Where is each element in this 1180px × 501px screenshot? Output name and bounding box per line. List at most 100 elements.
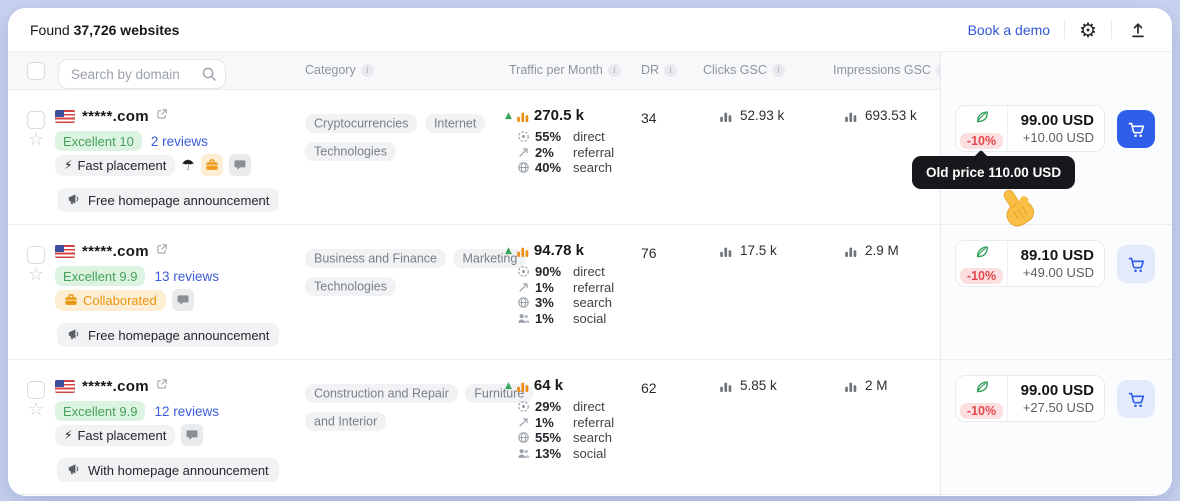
top-bar: Found 37,726 websites Book a demo ⚙ bbox=[8, 8, 1172, 52]
reviews-link[interactable]: 2 reviews bbox=[151, 134, 208, 149]
column-header-category: Category i bbox=[305, 63, 374, 77]
discount-badge[interactable]: -10% bbox=[959, 267, 1004, 284]
info-icon[interactable]: i bbox=[360, 63, 374, 77]
book-a-demo-link[interactable]: Book a demo bbox=[968, 22, 1051, 38]
impressions-gsc-cell: 2.9 M bbox=[845, 243, 899, 258]
category-tags: Cryptocurrencies Internet Technologies bbox=[305, 109, 525, 167]
tooltip-arrow bbox=[973, 149, 989, 165]
domain-link[interactable]: *****.com bbox=[55, 242, 168, 260]
social-traffic-icon bbox=[517, 312, 530, 325]
domain-name: *****.com bbox=[82, 242, 149, 260]
add-to-cart-button[interactable] bbox=[1117, 110, 1155, 148]
traffic-bars-icon bbox=[517, 245, 529, 257]
search-traffic-icon bbox=[517, 161, 530, 174]
cart-icon bbox=[1127, 120, 1146, 139]
clicks-gsc-cell: 5.85 k bbox=[720, 378, 777, 393]
info-icon[interactable]: i bbox=[607, 63, 621, 77]
select-all-checkbox[interactable] bbox=[27, 62, 45, 80]
discount-badge[interactable]: -10% bbox=[959, 132, 1004, 149]
add-to-cart-button[interactable] bbox=[1117, 245, 1155, 283]
chat-icon[interactable] bbox=[228, 154, 251, 176]
bars-icon bbox=[720, 110, 732, 122]
search-by-domain bbox=[58, 59, 226, 89]
info-icon[interactable]: i bbox=[664, 63, 678, 77]
discount-badge[interactable]: -10% bbox=[959, 402, 1004, 419]
divider bbox=[1064, 20, 1066, 39]
row-checkbox[interactable] bbox=[27, 381, 45, 399]
impressions-gsc-cell: 2 M bbox=[845, 378, 888, 393]
domain-name: *****.com bbox=[82, 377, 149, 395]
collaborated-briefcase-icon[interactable] bbox=[200, 154, 223, 176]
found-label: Found bbox=[30, 21, 70, 38]
bars-icon bbox=[720, 380, 732, 392]
export-upload-icon[interactable] bbox=[1126, 18, 1150, 42]
dr-value: 62 bbox=[641, 380, 657, 396]
direct-traffic-icon bbox=[517, 265, 530, 278]
reviews-link[interactable]: 12 reviews bbox=[154, 404, 219, 419]
rating-badge: Excellent 9.9 bbox=[55, 401, 146, 421]
megaphone-icon bbox=[67, 327, 81, 344]
price-card: -10% 99.00 USD +10.00 USD bbox=[955, 105, 1105, 152]
settings-gear-icon[interactable]: ⚙ bbox=[1079, 20, 1097, 40]
category-pill: Construction and Repair bbox=[305, 383, 458, 403]
info-icon[interactable]: i bbox=[771, 63, 785, 77]
announcement-badge: Free homepage announcement bbox=[57, 323, 280, 347]
category-tags: Business and Finance Marketing Technolog… bbox=[305, 244, 527, 302]
us-flag-icon bbox=[55, 109, 75, 123]
fast-placement-badge: ⚡ Fast placement bbox=[55, 424, 176, 446]
cart-icon bbox=[1127, 390, 1146, 409]
row-checkbox[interactable] bbox=[27, 246, 45, 264]
domain-name: *****.com bbox=[82, 107, 149, 125]
websites-table-panel: Found 37,726 websites Book a demo ⚙ Cate… bbox=[8, 8, 1172, 496]
pin-icon[interactable] bbox=[990, 63, 1004, 80]
favorite-star-icon[interactable]: ☆ bbox=[28, 401, 44, 419]
price-value: 99.00 USD bbox=[1020, 112, 1094, 129]
add-to-cart-button[interactable] bbox=[1117, 380, 1155, 418]
chat-icon[interactable] bbox=[181, 424, 204, 446]
chat-icon[interactable] bbox=[171, 289, 194, 311]
column-header-clicks: Clicks GSC i bbox=[703, 63, 785, 77]
external-link-icon[interactable] bbox=[156, 107, 168, 125]
referral-traffic-icon bbox=[517, 146, 530, 159]
announcement-badge: Free homepage announcement bbox=[57, 188, 280, 212]
favorite-star-icon[interactable]: ☆ bbox=[28, 266, 44, 284]
domain-link[interactable]: *****.com bbox=[55, 107, 168, 125]
dr-value: 34 bbox=[641, 110, 657, 126]
price-extra: +49.00 USD bbox=[1022, 265, 1094, 280]
divider bbox=[1111, 20, 1112, 39]
search-icon bbox=[201, 66, 217, 87]
external-link-icon[interactable] bbox=[156, 242, 168, 260]
external-link-icon[interactable] bbox=[156, 377, 168, 395]
traffic-bars-icon bbox=[517, 380, 529, 392]
clicks-gsc-cell: 52.93 k bbox=[720, 108, 784, 123]
trend-up-icon: ▲ bbox=[505, 380, 512, 391]
cart-icon bbox=[1127, 255, 1146, 274]
traffic-cell: ▲ 270.5 k 55% direct 2% referral 40% search bbox=[505, 107, 615, 176]
column-header-dr: DR i bbox=[641, 63, 678, 77]
traffic-cell: ▲ 64 k 29% direct 1% referral 55% search 13… bbox=[505, 377, 615, 461]
direct-traffic-icon bbox=[517, 130, 530, 143]
clicks-gsc-cell: 17.5 k bbox=[720, 243, 777, 258]
price-value: 89.10 USD bbox=[1020, 247, 1094, 264]
dr-value: 76 bbox=[641, 245, 657, 261]
column-header-price: Price % bbox=[957, 63, 1027, 80]
collaborated-badge: Collaborated bbox=[55, 289, 166, 311]
fast-placement-badge: ⚡ Fast placement bbox=[55, 154, 176, 176]
us-flag-icon bbox=[55, 244, 75, 258]
referral-traffic-icon bbox=[517, 281, 530, 294]
search-traffic-icon bbox=[517, 431, 530, 444]
megaphone-icon bbox=[67, 192, 81, 209]
bars-icon bbox=[720, 245, 732, 257]
table-row: ☆ *****.com Excellent 9.9 13 reviews Col… bbox=[8, 225, 1172, 360]
favorite-star-icon[interactable]: ☆ bbox=[28, 131, 44, 149]
info-icon[interactable]: i bbox=[935, 63, 949, 77]
lightning-icon: ⚡ bbox=[64, 158, 73, 172]
category-pill: Cryptocurrencies bbox=[305, 113, 418, 133]
old-price-tooltip: Old price 110.00 USD bbox=[912, 149, 1076, 189]
discount-filter-icon[interactable]: % bbox=[1009, 63, 1027, 80]
bars-icon bbox=[845, 245, 857, 257]
reviews-link[interactable]: 13 reviews bbox=[154, 269, 219, 284]
row-checkbox[interactable] bbox=[27, 111, 45, 129]
domain-link[interactable]: *****.com bbox=[55, 377, 168, 395]
traffic-value: 270.5 k bbox=[533, 107, 584, 124]
